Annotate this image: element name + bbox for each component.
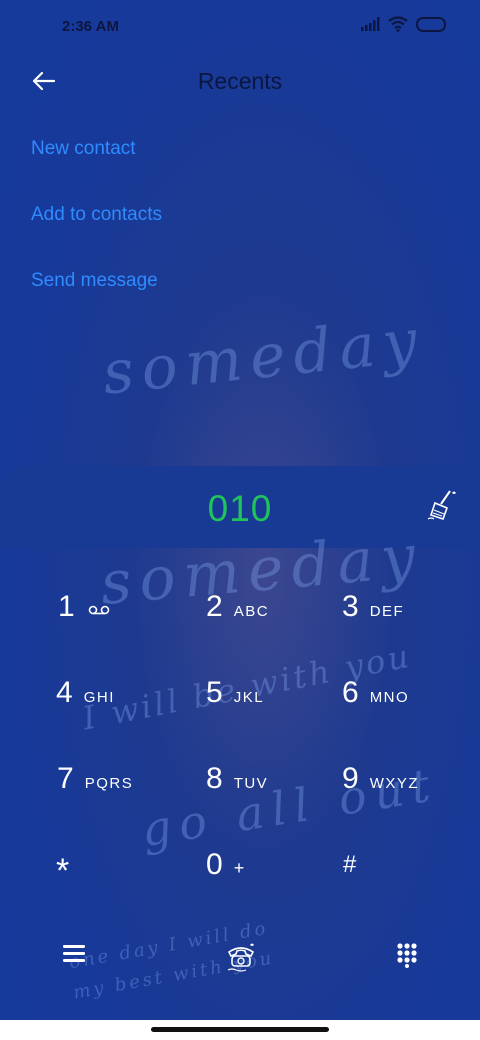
telephone-icon[interactable] xyxy=(224,940,258,974)
menu-icon[interactable] xyxy=(62,943,86,965)
dialed-number: 010 xyxy=(207,488,273,529)
app-header: Recents xyxy=(0,56,480,112)
key-digit: 1 xyxy=(58,590,75,623)
key-digit: 8 xyxy=(206,762,223,795)
new-contact-link[interactable]: New contact xyxy=(31,138,136,160)
wallpaper-text: someday xyxy=(99,305,429,409)
key-1[interactable]: 1 xyxy=(58,590,110,624)
wifi-icon xyxy=(388,16,408,32)
status-icons xyxy=(360,16,448,32)
key-4[interactable]: 4 GHI xyxy=(56,676,115,710)
voicemail-icon xyxy=(88,605,109,615)
key-2[interactable]: 2 ABC xyxy=(206,590,269,624)
key-letters: ABC xyxy=(233,603,270,620)
page-title: Recents xyxy=(197,68,283,94)
key-5[interactable]: 5 JKL xyxy=(206,676,264,710)
key-digit: 0 xyxy=(206,848,223,881)
key-letters: MNO xyxy=(369,689,410,706)
key-digit: 5 xyxy=(206,676,223,709)
key-9[interactable]: 9 WXYZ xyxy=(342,762,419,796)
key-digit: 2 xyxy=(206,590,223,623)
key-letters: + xyxy=(233,858,246,878)
key-digit: # xyxy=(343,851,357,878)
key-letters: GHI xyxy=(83,689,115,706)
broom-icon[interactable] xyxy=(426,488,458,524)
key-star[interactable]: * xyxy=(56,852,69,891)
key-digit: 7 xyxy=(57,762,74,795)
key-7[interactable]: 7 PQRS xyxy=(57,762,133,796)
home-indicator-bar xyxy=(0,1020,480,1040)
key-digit: * xyxy=(56,852,70,890)
add-to-contacts-link[interactable]: Add to contacts xyxy=(31,204,162,226)
key-0[interactable]: 0 + xyxy=(206,848,246,882)
key-digit: 4 xyxy=(56,676,73,709)
key-digit: 6 xyxy=(342,676,359,709)
key-letters: DEF xyxy=(369,603,405,620)
battery-icon xyxy=(416,16,446,32)
key-6[interactable]: 6 MNO xyxy=(342,676,409,710)
key-letters: PQRS xyxy=(84,775,134,792)
status-time: 2:36 AM xyxy=(62,18,119,35)
key-letters: TUV xyxy=(233,775,269,792)
dialer-number-panel: 010 xyxy=(0,466,480,548)
home-indicator[interactable] xyxy=(151,1027,329,1032)
key-8[interactable]: 8 TUV xyxy=(206,762,268,796)
key-3[interactable]: 3 DEF xyxy=(342,590,404,624)
status-bar: 2:36 AM xyxy=(0,0,480,56)
key-digit: 9 xyxy=(342,762,359,795)
send-message-link[interactable]: Send message xyxy=(31,270,158,292)
signal-icon xyxy=(361,17,380,31)
key-letters: JKL xyxy=(233,689,265,706)
keypad-icon[interactable] xyxy=(396,942,418,968)
key-hash[interactable]: # xyxy=(343,851,356,879)
key-digit: 3 xyxy=(342,590,359,623)
key-letters: WXYZ xyxy=(369,775,420,792)
